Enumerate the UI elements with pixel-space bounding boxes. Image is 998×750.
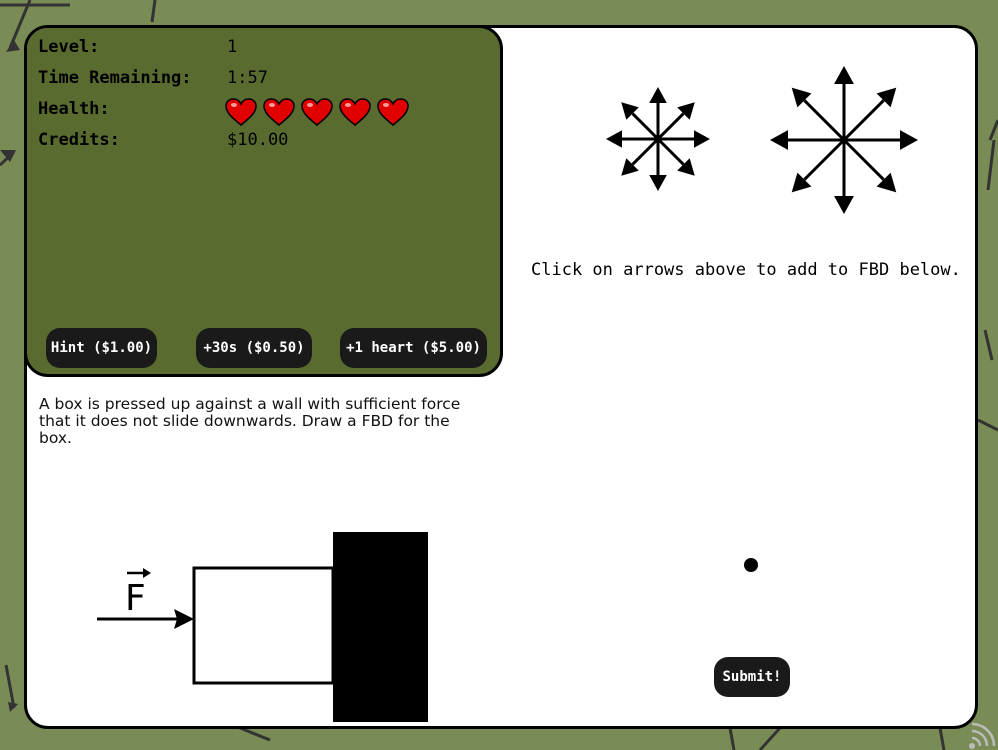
- time-remaining-value: 1:57: [227, 68, 268, 88]
- signal-icon: [969, 722, 996, 749]
- heart-icon: [225, 98, 257, 126]
- heart-icon: [339, 98, 371, 126]
- credits-label: Credits:: [38, 130, 120, 150]
- box-against-wall-diagram: F: [97, 532, 428, 722]
- force-label: F: [125, 578, 146, 619]
- level-value: 1: [227, 37, 238, 57]
- heart-icon: [377, 98, 409, 126]
- hint-button[interactable]: Hint ($1.00): [46, 328, 157, 368]
- credits-value: $10.00: [227, 130, 289, 150]
- health-label: Health:: [38, 99, 110, 119]
- instruction-text: Click on arrows above to add to FBD belo…: [531, 260, 961, 280]
- submit-button[interactable]: Submit!: [714, 657, 790, 697]
- game-card: Level: 1 Time Remaining: 1:57 Health: Cr…: [24, 25, 978, 729]
- level-label: Level:: [38, 37, 100, 57]
- buy-heart-button[interactable]: +1 heart ($5.00): [340, 328, 487, 368]
- fbd-center-dot[interactable]: [744, 558, 758, 572]
- heart-icon: [263, 98, 295, 126]
- status-panel: Level: 1 Time Remaining: 1:57 Health: Cr…: [27, 28, 503, 377]
- health-hearts: [225, 98, 409, 126]
- heart-icon: [301, 98, 333, 126]
- eight-direction-long-arrows-icon[interactable]: [768, 64, 920, 216]
- eight-direction-short-arrows-icon[interactable]: [603, 84, 713, 194]
- box: [192, 566, 335, 685]
- question-text: A box is pressed up against a wall with …: [39, 395, 461, 447]
- time-remaining-label: Time Remaining:: [38, 68, 192, 88]
- add-time-button[interactable]: +30s ($0.50): [196, 328, 312, 368]
- force-arrow-head: [174, 609, 194, 629]
- wall: [333, 532, 428, 722]
- vector-bar-head: [143, 568, 151, 578]
